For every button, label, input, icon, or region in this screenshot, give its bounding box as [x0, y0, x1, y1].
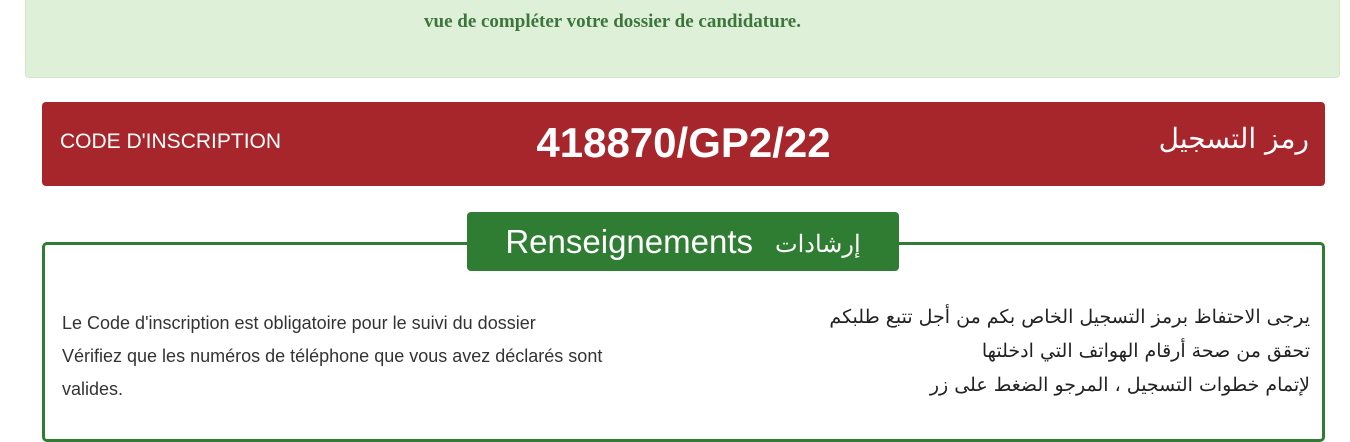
info-ar-line: لإتمام خطوات التسجيل ، المرجو الضغط على … — [929, 374, 1310, 396]
info-panel-title: Renseignements إرشادات — [467, 212, 899, 271]
info-title-ar: إرشادات — [775, 229, 861, 258]
info-title-fr: Renseignements — [505, 222, 753, 260]
success-alert: vue de compléter votre dossier de candid… — [25, 0, 1340, 78]
alert-message: vue de compléter votre dossier de candid… — [424, 11, 801, 32]
registration-code-label-ar: رمز التسجيل — [1158, 122, 1309, 155]
info-text-fr: Le Code d'inscription est obligatoire po… — [62, 307, 662, 406]
info-ar-line: يرجى الاحتفاظ برمز التسجيل الخاص بكم من … — [829, 306, 1310, 328]
registration-code-value: 418870/GP2/22 — [536, 119, 831, 166]
registration-code-bar: CODE D'INSCRIPTION 418870/GP2/22 رمز الت… — [42, 102, 1325, 186]
info-ar-line: تحقق من صحة أرقام الهواتف التي ادخلتها — [981, 340, 1310, 362]
info-fr-line: Le Code d'inscription est obligatoire po… — [62, 313, 536, 333]
info-fr-line: Vérifiez que les numéros de téléphone qu… — [62, 346, 603, 399]
info-text-ar: يرجى الاحتفاظ برمز التسجيل الخاص بكم من … — [750, 300, 1310, 402]
